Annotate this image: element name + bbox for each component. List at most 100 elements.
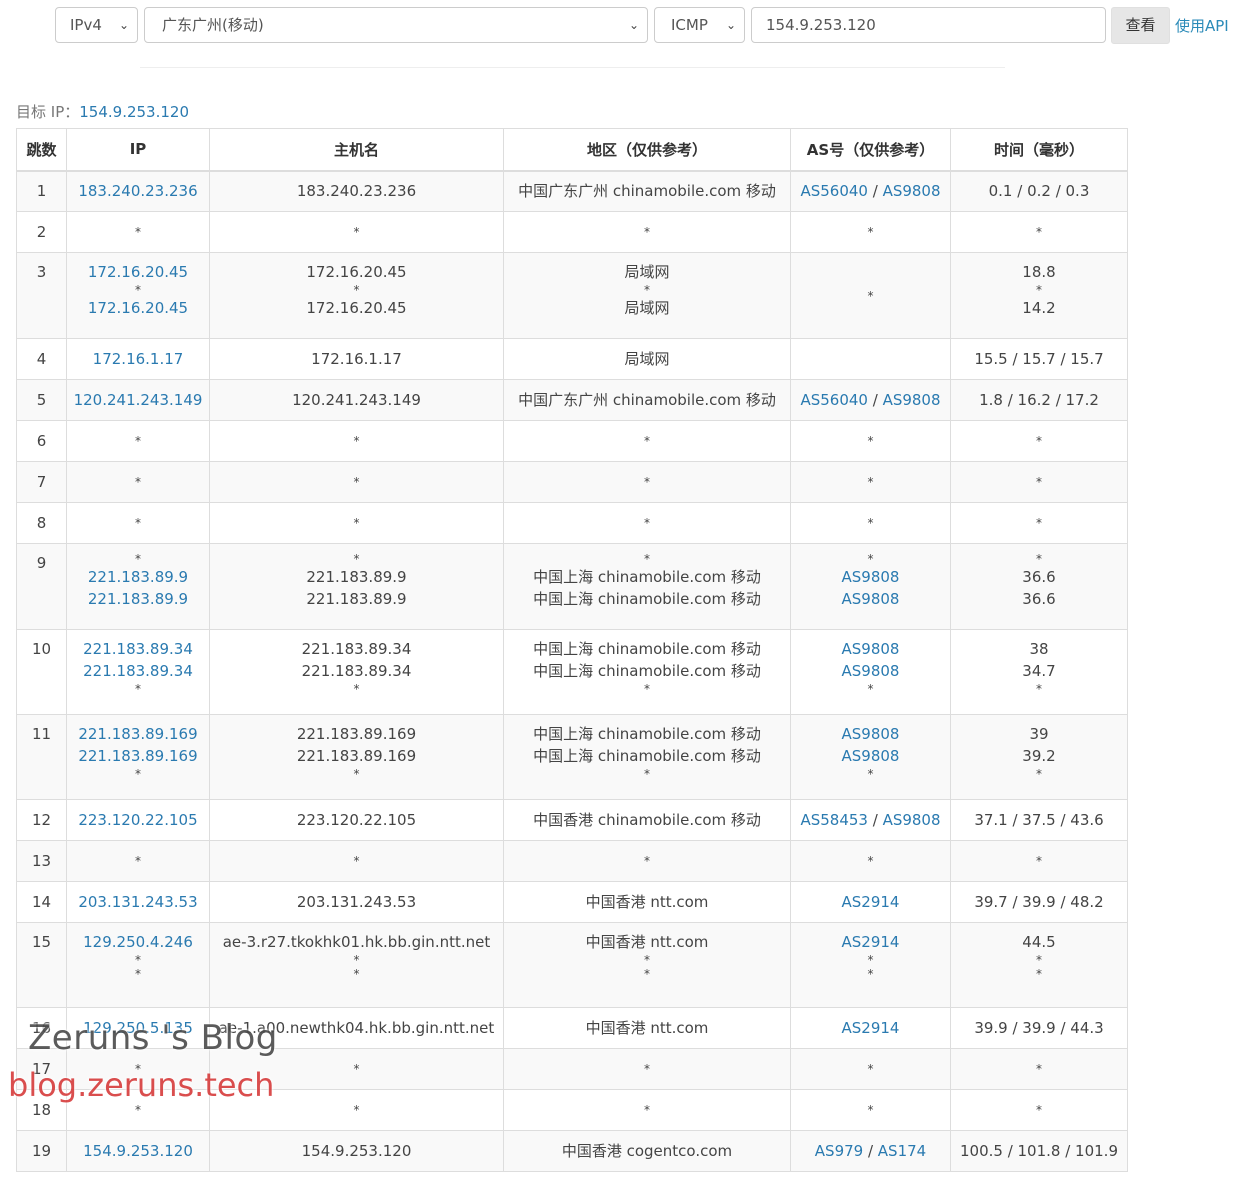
chevron-down-icon: ⌄ (118, 18, 129, 32)
asn-link[interactable]: AS56040 (800, 391, 868, 409)
timeout-marker: * (1036, 682, 1042, 696)
asn-link[interactable]: AS56040 (800, 182, 868, 200)
asn-link[interactable]: AS9808 (842, 640, 900, 658)
hostname-cell: * (209, 1089, 504, 1131)
ip-link[interactable]: 221.183.89.34 (67, 638, 209, 660)
timeout-marker: * (135, 967, 141, 981)
region-text: 中国香港 ntt.com (585, 1019, 709, 1037)
hop-cell: 17 (16, 1048, 67, 1090)
timeout-marker: * (135, 854, 141, 868)
timeout-marker: * (353, 854, 360, 868)
ip-link[interactable]: 129.250.5.135 (67, 1017, 209, 1039)
ip-link[interactable]: 221.183.89.169 (67, 723, 209, 745)
ip-link[interactable]: 129.250.4.246 (67, 931, 209, 953)
asn-link[interactable]: AS2914 (842, 933, 900, 951)
timeout-marker: * (353, 225, 360, 239)
asn-cell: * (790, 1048, 951, 1090)
table-row: 11 221.183.89.169 221.183.89.169 * 221.183.8… (16, 714, 1128, 800)
timeout-marker: * (1036, 854, 1042, 868)
ip-version-select[interactable]: IPv4 ⌄ (55, 7, 138, 43)
ip-cell: * (66, 502, 210, 544)
asn-link[interactable]: AS58453 (800, 811, 868, 829)
asn-link[interactable]: AS9808 (842, 590, 900, 608)
asn-cell: * (790, 420, 951, 462)
ip-link[interactable]: 221.183.89.169 (67, 745, 209, 767)
timeout-marker: * (1036, 475, 1042, 489)
region-cell: * (503, 461, 791, 503)
hop-cell: 10 (16, 629, 67, 715)
ip-cell: 221.183.89.34 221.183.89.34 * (66, 629, 210, 715)
ip-link[interactable]: 154.9.253.120 (67, 1140, 209, 1162)
region-cell: 中国香港 cogentco.com (503, 1130, 791, 1172)
region-text: 中国香港 ntt.com (585, 893, 709, 911)
asn-link[interactable]: AS9808 (883, 811, 941, 829)
timeout-marker: * (867, 767, 874, 781)
asn-line: * (791, 475, 950, 489)
asn-line: * (791, 1062, 950, 1076)
ip-link[interactable]: 183.240.23.236 (67, 180, 209, 202)
hop-cell: 8 (16, 502, 67, 544)
ip-link[interactable]: 221.183.89.34 (67, 660, 209, 682)
ip-link[interactable]: 223.120.22.105 (67, 809, 209, 831)
ip-link[interactable]: 172.16.20.45 (67, 297, 209, 319)
time-cell: * (950, 1048, 1128, 1090)
asn-link[interactable]: AS9808 (842, 568, 900, 586)
ip-link[interactable]: 221.183.89.9 (67, 566, 209, 588)
api-link[interactable]: 使用API (1175, 15, 1229, 36)
timeout-marker: * (135, 682, 141, 696)
asn-line: AS9808 (791, 723, 950, 745)
hop-number: 1 (36, 182, 47, 201)
timeout-marker: * (135, 283, 141, 297)
asn-line (791, 348, 950, 370)
asn-link[interactable]: AS2914 (842, 1019, 900, 1037)
table-row: 15 129.250.4.246 * * ae-3.r27.tkokhk01.hk.bb… (16, 922, 1128, 1008)
asn-line: AS2914 (791, 931, 950, 953)
target-ip-line: 目标 IP：154.9.253.120 (16, 101, 189, 122)
header-ip: IP (66, 128, 210, 172)
timeout-marker: * (644, 854, 650, 868)
hostname-cell: 120.241.243.149 (209, 379, 504, 421)
latency-text: 0.1 / 0.2 / 0.3 (988, 182, 1090, 201)
time-cell: 15.5 / 15.7 / 15.7 (950, 338, 1128, 380)
node-select[interactable]: 广东广州(移动) ⌄ (144, 7, 648, 43)
ip-link[interactable]: 203.131.243.53 (67, 891, 209, 913)
header-hop: 跳数 (16, 128, 67, 172)
time-cell: 44.5 * * (950, 922, 1128, 1008)
region-cell: * (503, 1089, 791, 1131)
timeout-marker: * (135, 953, 141, 967)
asn-link[interactable]: AS9808 (883, 182, 941, 200)
asn-link[interactable]: AS174 (878, 1142, 926, 1160)
ip-link[interactable]: 172.16.1.17 (67, 348, 209, 370)
table-row: 2 * * * * * (16, 211, 1128, 253)
hop-number: 3 (36, 263, 47, 281)
target-input[interactable]: 154.9.253.120 (751, 7, 1106, 43)
asn-cell: AS56040 / AS9808 (790, 170, 951, 212)
timeout-marker: * (1036, 967, 1042, 981)
table-row: 9 * 221.183.89.9 221.183.89.9 * 221.183.89.9 2… (16, 543, 1128, 630)
hostname-text: 221.183.89.169 (296, 725, 417, 743)
protocol-select[interactable]: ICMP ⌄ (654, 7, 745, 43)
asn-cell (790, 338, 951, 380)
asn-link[interactable]: AS979 (815, 1142, 863, 1160)
latency-text: 36.6 (1022, 590, 1056, 608)
asn-link[interactable]: AS9808 (842, 662, 900, 680)
asn-line: AS9808 (791, 745, 950, 767)
asn-link[interactable]: AS9808 (842, 747, 900, 765)
search-button[interactable]: 查看 (1111, 7, 1170, 44)
timeout-marker: * (867, 953, 874, 967)
ip-link[interactable]: 120.241.243.149 (67, 389, 209, 411)
ip-cell: * (66, 1048, 210, 1090)
hostname-text: ae-3.r27.tkokhk01.hk.bb.gin.ntt.net (222, 933, 491, 951)
ip-link[interactable]: 172.16.20.45 (67, 261, 209, 283)
asn-line: AS2914 (791, 1017, 950, 1039)
hop-number: 13 (31, 852, 52, 870)
timeout-marker: * (135, 516, 141, 530)
asn-line: * (791, 767, 950, 781)
asn-link[interactable]: AS9808 (842, 725, 900, 743)
asn-link[interactable]: AS9808 (883, 391, 941, 409)
asn-cell: AS56040 / AS9808 (790, 379, 951, 421)
timeout-marker: * (867, 1062, 874, 1076)
hostname-text: 172.16.20.45 (306, 263, 407, 281)
asn-link[interactable]: AS2914 (842, 893, 900, 911)
ip-link[interactable]: 221.183.89.9 (67, 588, 209, 610)
